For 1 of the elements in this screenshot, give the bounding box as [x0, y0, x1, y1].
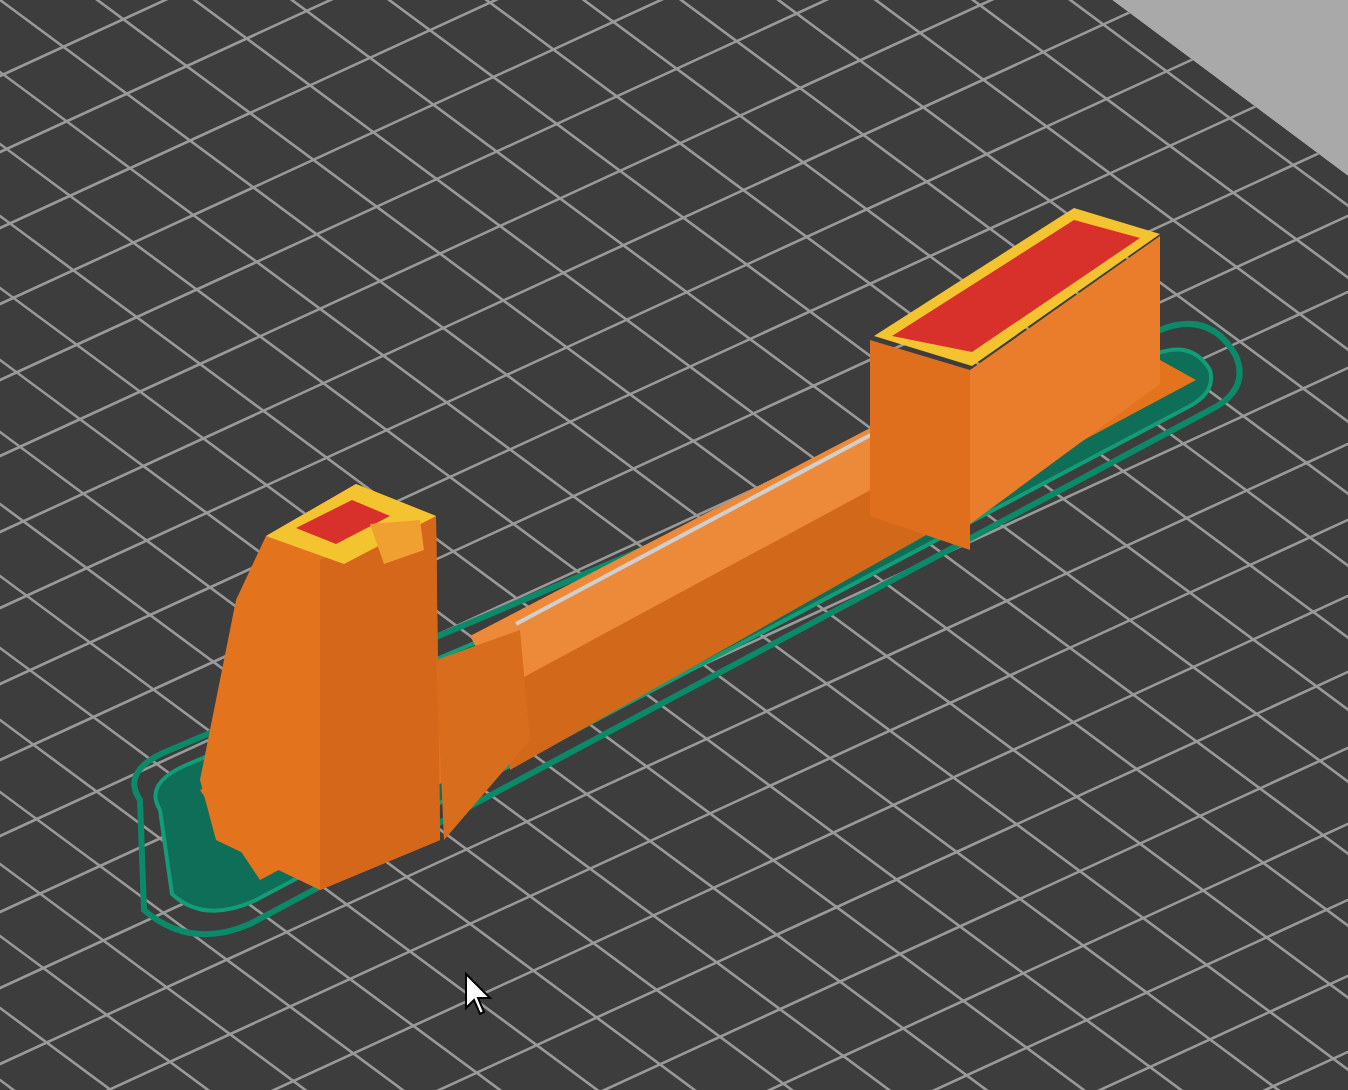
mouse-pointer-icon	[465, 971, 493, 1016]
